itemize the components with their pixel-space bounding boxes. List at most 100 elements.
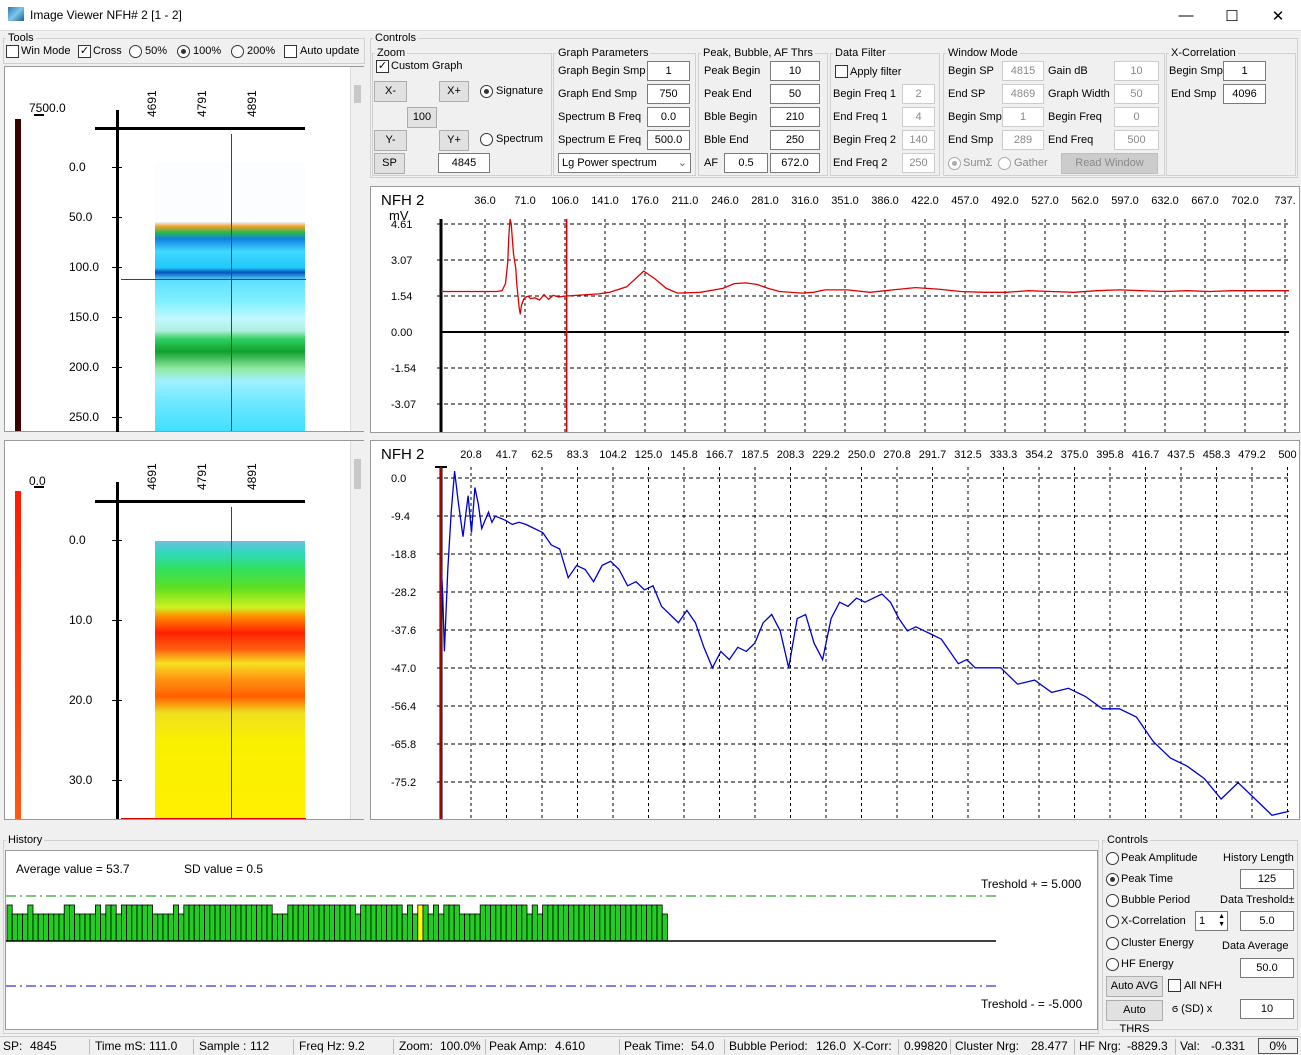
apply-filter-checkbox[interactable] [835,65,848,78]
zoom-100-radio[interactable] [177,45,190,58]
bble-begin-input[interactable]: 210 [770,107,820,127]
x-tick-label: 416.7 [1132,449,1160,461]
end-freq-1-input[interactable]: 4 [902,107,935,127]
history-bar [266,904,273,942]
history-bar [313,904,320,942]
data-threshold-input[interactable]: 5.0 [1240,911,1294,931]
zoom-50-radio[interactable] [129,45,142,58]
begin-freq-1-input[interactable]: 2 [902,84,935,104]
signature-label: Signature [496,85,544,97]
end-sp-input[interactable]: 4869 [1002,84,1044,104]
bble-end-input[interactable]: 250 [770,130,820,150]
cluster-energy-radio[interactable] [1106,937,1119,950]
read-window-button[interactable]: Read Window [1061,153,1158,174]
scroll-thumb[interactable] [354,85,361,103]
spectrum-chart-panel[interactable]: NFH 2 20.8 41.7 62.5 83.3 104.2 125.0 145.8 166.… [370,440,1300,820]
image-panel-1-scrollbar[interactable] [350,67,364,431]
peak-amplitude-radio[interactable] [1106,852,1119,865]
x-correlation-radio[interactable] [1106,915,1119,928]
hf-energy-radio[interactable] [1106,958,1119,971]
sp-input[interactable]: 4845 [438,153,490,173]
auto-update-checkbox[interactable] [284,45,297,58]
scroll-thumb[interactable] [354,459,361,489]
begin-freq-2-input[interactable]: 140 [902,130,935,150]
begin-freq-input[interactable]: 0 [1114,107,1159,127]
cross-checkbox[interactable]: ✓ [78,45,91,58]
x-plus-button[interactable]: X+ [439,81,469,102]
gain-db-input[interactable]: 10 [1114,61,1159,81]
image-panel-2-scrollbar[interactable] [350,441,364,819]
status-sp-label: SP: [3,1039,23,1053]
close-button[interactable]: ✕ [1255,0,1301,31]
maximize-button[interactable]: ☐ [1209,0,1255,31]
status-hf-label: HF Nrg: [1079,1039,1121,1053]
x-tick-label: 667.0 [1191,195,1219,207]
auto-thrs-button[interactable]: Auto THRS [1106,1000,1163,1035]
spectrum-b-freq-input[interactable]: 0.0 [647,107,690,127]
sp-button[interactable]: SP [374,153,405,174]
spectrum-type-select[interactable]: Lg Power spectrum ⌄ [558,153,691,173]
end-freq-2-label: End Freq 2 [833,157,888,169]
spectrum-radio[interactable] [480,133,493,146]
peak-time-radio[interactable] [1106,873,1119,886]
graph-begin-smp-input[interactable]: 1 [647,61,690,81]
end-smp-input[interactable]: 289 [1002,130,1044,150]
graph-end-smp-input[interactable]: 750 [647,84,690,104]
xcorr-begin-input[interactable]: 1 [1223,61,1266,81]
zoom-200-radio[interactable] [231,45,244,58]
y-minus-button[interactable]: Y- [374,130,407,151]
history-bar [656,904,663,942]
history-chart-panel[interactable]: Average value = 53.7 SD value = 0.5 Tres… [5,850,1098,1030]
image-panel-1[interactable]: 7500.0 4691 4791 4891 0.0 50.0 100.0 150.0 2… [4,66,364,432]
history-bar [302,904,309,942]
hf-energy-label: HF Energy [1121,958,1174,970]
y-tick [112,317,122,318]
history-bar [121,904,128,942]
begin-sp-input[interactable]: 4815 [1002,61,1044,81]
spectrum-e-freq-input[interactable]: 500.0 [647,130,690,150]
graph-width-input[interactable]: 50 [1114,84,1159,104]
custom-graph-checkbox[interactable]: ✓ [376,60,389,73]
peak-time-label: Peak Time [1121,873,1173,885]
image-panel-2[interactable]: 0.0 4691 4791 4891 0.0 10.0 20.0 30.0 [4,440,364,820]
x-tick-label: 125.0 [635,449,663,461]
history-bar [63,904,70,942]
sum-radio[interactable] [948,157,961,170]
signature-chart-panel[interactable]: NFH 2 mV 36.0 71.0 106.0 141.0 176.0 211.0 246.0… [370,186,1300,433]
amplitude-image [155,541,305,819]
peak-legend: Peak, Bubble, AF Thrs [703,47,813,59]
xcorr-end-input[interactable]: 4096 [1223,84,1266,104]
history-bar [22,913,29,942]
win-mode-checkbox[interactable] [6,45,19,58]
gather-radio[interactable] [998,157,1011,170]
history-bar [95,904,102,942]
end-freq-2-input[interactable]: 250 [902,153,935,173]
history-bar [334,904,341,942]
signature-radio[interactable] [480,85,493,98]
spinner-arrows-icon[interactable]: ▲ ▼ [1218,913,1225,929]
x-minus-button[interactable]: X- [374,81,407,102]
af-input[interactable]: 0.5 [724,153,768,173]
minimize-button[interactable]: — [1163,0,1209,31]
auto-avg-button[interactable]: Auto AVG [1106,976,1163,997]
all-nfh-checkbox[interactable] [1168,979,1181,992]
status-peak-time: 54.0 [691,1039,715,1053]
xcorr-spinner[interactable]: 1 ▲ ▼ [1195,911,1228,931]
history-length-input[interactable]: 125 [1240,869,1294,889]
zoom-100-button[interactable]: 100 [407,107,437,128]
bubble-period-radio[interactable] [1106,894,1119,907]
peak-begin-input[interactable]: 10 [770,61,820,81]
begin-freq-1-label: Begin Freq 1 [833,88,896,100]
begin-smp-input[interactable]: 1 [1002,107,1044,127]
y-plus-button[interactable]: Y+ [439,130,469,151]
peak-end-input[interactable]: 50 [770,84,820,104]
end-freq-input[interactable]: 500 [1114,130,1159,150]
history-bar [578,904,585,942]
sd-multiplier-input[interactable]: 10 [1240,999,1294,1019]
status-cluster: 28.477 [1031,1039,1068,1053]
x-tick-label: 4791 [195,463,209,490]
history-bar [318,904,325,942]
chart-title: NFH 2 [381,446,424,463]
bble-end-label: Bble End [704,134,749,146]
data-average-input[interactable]: 50.0 [1240,958,1294,978]
